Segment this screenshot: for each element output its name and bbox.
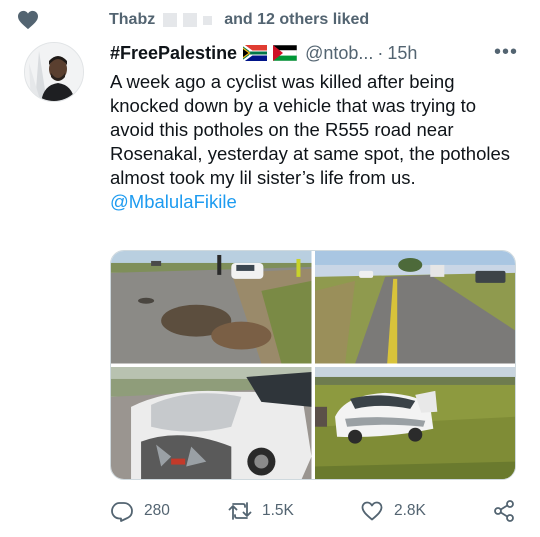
timestamp[interactable]: 15h [387, 43, 417, 64]
retweet-button[interactable]: 1.5K [228, 499, 294, 523]
redacted-block [163, 13, 178, 27]
photo-car-in-grass[interactable] [314, 366, 515, 479]
reply-icon [111, 502, 133, 522]
avatar[interactable] [24, 42, 84, 102]
liked-by-others[interactable]: and 12 others liked [224, 11, 369, 29]
palestine-flag [273, 45, 298, 61]
reply-button[interactable]: 280 [110, 499, 170, 523]
tweet-body: A week ago a cyclist was killed after be… [110, 71, 511, 188]
heart-icon [18, 10, 38, 30]
like-count: 2.8K [394, 502, 426, 519]
tweet-actions: 280 1.5K 2.8K [110, 496, 520, 526]
display-name[interactable]: #FreePalestine [110, 43, 237, 64]
tweet-text: A week ago a cyclist was killed after be… [110, 70, 520, 214]
photo-crashed-car-front[interactable] [111, 366, 312, 479]
tweet-header: #FreePalestine @ntob... · 15h ••• [110, 40, 518, 66]
user-handle[interactable]: @ntob... [305, 43, 373, 64]
social-context[interactable]: Thabz and 12 others liked [18, 8, 369, 32]
share-icon [494, 500, 514, 522]
retweet-icon [228, 502, 252, 520]
mention-link[interactable]: @MbalulaFikile [110, 191, 237, 212]
reply-count: 280 [144, 502, 170, 519]
separator-dot: · [377, 42, 384, 63]
like-button[interactable]: 2.8K [360, 499, 426, 523]
redacted-names [163, 13, 213, 27]
redacted-block [203, 15, 213, 25]
photo-road-yellow-line[interactable] [314, 251, 515, 364]
share-button[interactable] [492, 499, 516, 523]
more-options-icon[interactable]: ••• [494, 42, 518, 62]
media-grid [110, 250, 516, 480]
heart-outline-icon [361, 501, 383, 521]
retweet-count: 1.5K [262, 502, 294, 519]
photo-pothole-road[interactable] [111, 251, 312, 364]
liked-by-user[interactable]: Thabz [109, 11, 155, 29]
south-africa-flag [243, 45, 268, 61]
redacted-block [183, 13, 198, 27]
